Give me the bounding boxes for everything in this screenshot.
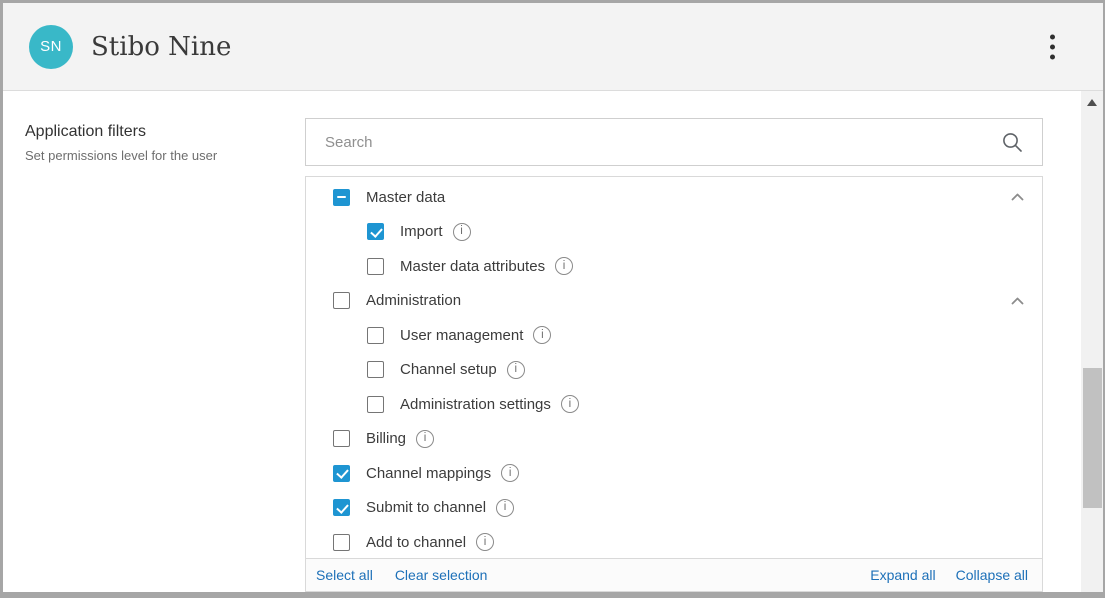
tree-item-label: Submit to channel	[366, 499, 486, 516]
search-icon[interactable]	[1002, 132, 1023, 153]
avatar: SN	[29, 25, 73, 69]
tree-item-label: Add to channel	[366, 534, 466, 551]
expand-all-link[interactable]: Expand all	[870, 567, 935, 583]
tree-item: Billing i	[306, 422, 1042, 457]
tree-item-label: Master data	[366, 189, 445, 206]
info-icon[interactable]: i	[533, 326, 551, 344]
section-title: Application filters	[25, 123, 285, 141]
collapse-chevron-icon[interactable]	[1008, 188, 1027, 206]
tree-item-label: Billing	[366, 430, 406, 447]
info-icon[interactable]: i	[555, 257, 573, 275]
footer-left-actions: Select all Clear selection	[316, 567, 509, 583]
kebab-dot	[1050, 34, 1055, 39]
dialog-body: Application filters Set permissions leve…	[3, 91, 1103, 592]
tree-item-label: Master data attributes	[400, 258, 545, 275]
info-icon[interactable]: i	[476, 533, 494, 551]
tree-item-label: User management	[400, 327, 523, 344]
checkbox[interactable]	[367, 327, 384, 344]
tree-item: Add to channel i	[306, 525, 1042, 558]
info-icon[interactable]: i	[561, 395, 579, 413]
search-box	[305, 118, 1043, 166]
tree-item-label: Administration settings	[400, 396, 551, 413]
clear-selection-link[interactable]: Clear selection	[395, 567, 488, 583]
checkbox[interactable]	[333, 465, 350, 482]
scrollbar-thumb[interactable]	[1083, 368, 1102, 508]
tree-item: Import i	[306, 215, 1042, 250]
info-icon[interactable]: i	[507, 361, 525, 379]
tree-item: Master data attributes i	[306, 249, 1042, 284]
footer-right-actions: Expand all Collapse all	[850, 567, 1028, 583]
collapse-all-link[interactable]: Collapse all	[956, 567, 1028, 583]
kebab-dot	[1050, 44, 1055, 49]
window-title: Stibo Nine	[91, 32, 231, 62]
tree-item: Channel mappings i	[306, 456, 1042, 491]
tree-item: Administration settings i	[306, 387, 1042, 422]
checkbox[interactable]	[333, 534, 350, 551]
tree-item-label: Channel setup	[400, 361, 497, 378]
select-all-link[interactable]: Select all	[316, 567, 373, 583]
tree-list: Master data Import i Master data attribu…	[306, 177, 1042, 558]
app-window: SN Stibo Nine Application filters Set pe…	[0, 0, 1105, 598]
section-subtitle: Set permissions level for the user	[25, 148, 285, 163]
checkbox[interactable]	[333, 292, 350, 309]
tree-item: User management i	[306, 318, 1042, 353]
collapse-chevron-icon[interactable]	[1008, 292, 1027, 310]
checkbox[interactable]	[333, 430, 350, 447]
info-icon[interactable]: i	[501, 464, 519, 482]
tree-item: Channel setup i	[306, 353, 1042, 388]
checkbox[interactable]	[367, 396, 384, 413]
checkbox[interactable]	[367, 258, 384, 275]
search-input[interactable]	[306, 119, 1002, 165]
checkbox[interactable]	[367, 223, 384, 240]
tree-item: Administration	[306, 284, 1042, 319]
tree-footer: Select all Clear selection Expand all Co…	[306, 558, 1042, 591]
scroll-up-arrow-icon	[1087, 99, 1097, 106]
tree-item-label: Channel mappings	[366, 465, 491, 482]
info-icon[interactable]: i	[453, 223, 471, 241]
tree-item: Master data	[306, 180, 1042, 215]
info-icon[interactable]: i	[416, 430, 434, 448]
kebab-dot	[1050, 54, 1055, 59]
checkbox[interactable]	[333, 189, 350, 206]
permissions-tree-panel: Master data Import i Master data attribu…	[305, 176, 1043, 592]
window-header: SN Stibo Nine	[3, 3, 1103, 91]
checkbox[interactable]	[333, 499, 350, 516]
info-icon[interactable]: i	[496, 499, 514, 517]
sidebar: Application filters Set permissions leve…	[25, 123, 285, 163]
kebab-menu-icon[interactable]	[1044, 28, 1061, 65]
tree-item: Submit to channel i	[306, 491, 1042, 526]
tree-item-label: Administration	[366, 292, 461, 309]
vertical-scrollbar[interactable]	[1081, 91, 1103, 592]
tree-item-label: Import	[400, 223, 443, 240]
scroll-up-button[interactable]	[1081, 93, 1103, 111]
checkbox[interactable]	[367, 361, 384, 378]
